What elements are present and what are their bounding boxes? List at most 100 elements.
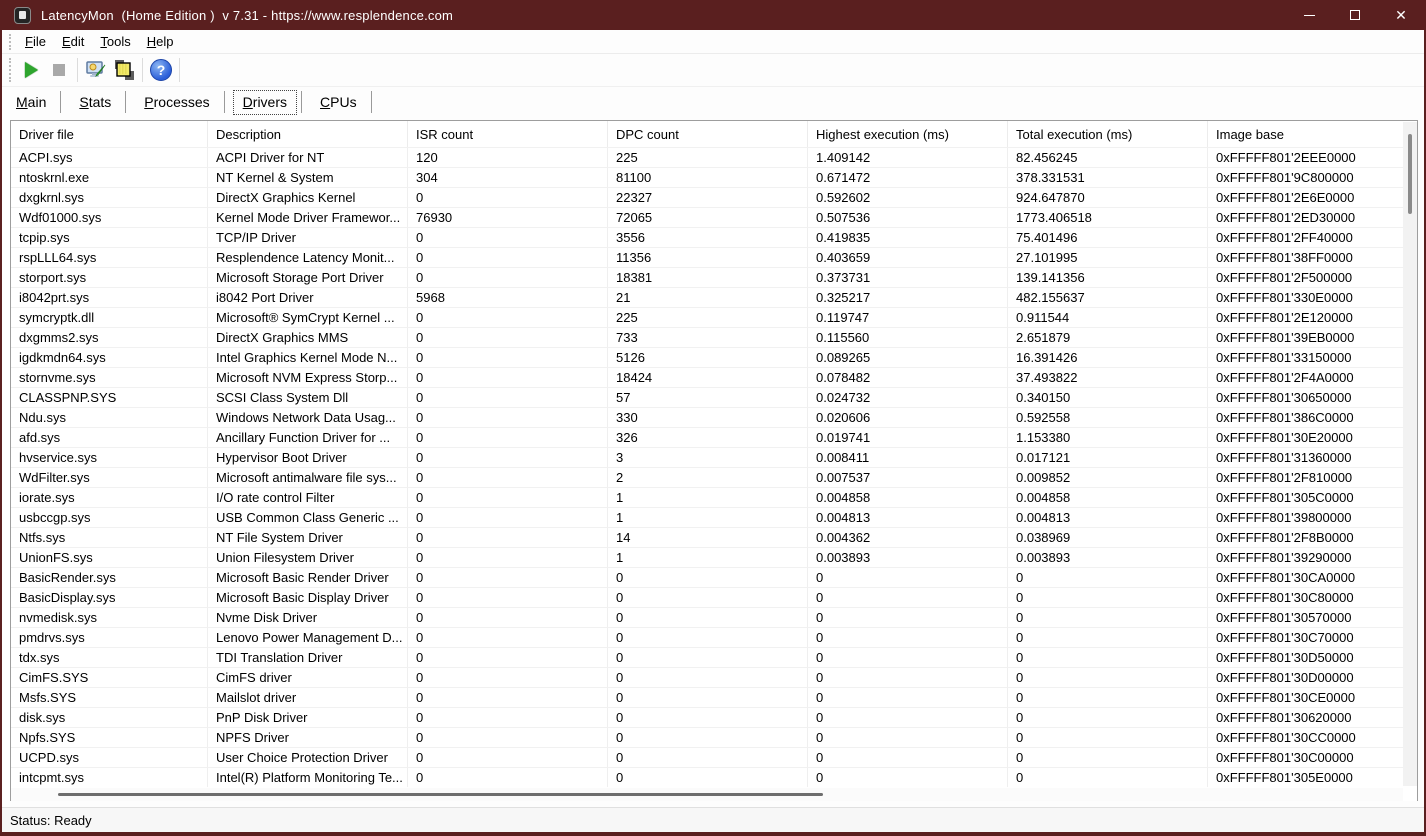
menu-help[interactable]: Help [139, 31, 182, 52]
table-cell: 0 [608, 688, 808, 707]
stop-monitor-button[interactable] [45, 57, 73, 83]
table-row[interactable]: Ntfs.sysNT File System Driver0140.004362… [11, 527, 1417, 547]
table-row[interactable]: stornvme.sysMicrosoft NVM Express Storp.… [11, 367, 1417, 387]
table-row[interactable]: Msfs.SYSMailslot driver00000xFFFFF801'30… [11, 687, 1417, 707]
table-row[interactable]: UCPD.sysUser Choice Protection Driver000… [11, 747, 1417, 767]
table-row[interactable]: storport.sysMicrosoft Storage Port Drive… [11, 267, 1417, 287]
table-cell: NT Kernel & System [208, 168, 408, 187]
table-row[interactable]: dxgkrnl.sysDirectX Graphics Kernel022327… [11, 187, 1417, 207]
table-cell: Intel Graphics Kernel Mode N... [208, 348, 408, 367]
table-row[interactable]: symcryptk.dllMicrosoft® SymCrypt Kernel … [11, 307, 1417, 327]
table-row[interactable]: ntoskrnl.exeNT Kernel & System304811000.… [11, 167, 1417, 187]
tab-cpus[interactable]: CPUs [310, 90, 367, 115]
table-row[interactable]: dxgmms2.sysDirectX Graphics MMS07330.115… [11, 327, 1417, 347]
menubar-grip[interactable] [9, 34, 11, 50]
column-header-driver-file[interactable]: Driver file [11, 121, 208, 147]
table-cell: 2.651879 [1008, 328, 1208, 347]
column-header-total-execution[interactable]: Total execution (ms) [1008, 121, 1208, 147]
table-cell: 11356 [608, 248, 808, 267]
table-cell: 0 [408, 388, 608, 407]
table-row[interactable]: WdFilter.sysMicrosoft antimalware file s… [11, 467, 1417, 487]
table-cell: 0xFFFFF801'2ED30000 [1208, 208, 1417, 227]
table-row[interactable]: ACPI.sysACPI Driver for NT1202251.409142… [11, 147, 1417, 167]
tab-separator [224, 91, 225, 113]
table-row[interactable]: BasicDisplay.sysMicrosoft Basic Display … [11, 587, 1417, 607]
table-header: Driver file Description ISR count DPC co… [11, 121, 1417, 147]
tab-stats[interactable]: Stats [69, 90, 121, 115]
column-header-dpc-count[interactable]: DPC count [608, 121, 808, 147]
table-cell: 0.008411 [808, 448, 1008, 467]
table-cell: 57 [608, 388, 808, 407]
options-button[interactable] [82, 57, 110, 83]
drivers-panel: Driver file Description ISR count DPC co… [2, 117, 1424, 801]
table-row[interactable]: tdx.sysTDI Translation Driver00000xFFFFF… [11, 647, 1417, 667]
column-header-image-base[interactable]: Image base [1208, 121, 1417, 147]
table-cell: 0 [408, 508, 608, 527]
table-cell: 0 [1008, 708, 1208, 727]
close-icon: ✕ [1395, 8, 1407, 22]
tab-main[interactable]: Main [6, 90, 56, 115]
title-bar: LatencyMon (Home Edition ) v 7.31 - http… [2, 0, 1424, 30]
table-cell: Wdf01000.sys [11, 208, 208, 227]
table-row[interactable]: hvservice.sysHypervisor Boot Driver030.0… [11, 447, 1417, 467]
menu-file[interactable]: File [17, 31, 54, 52]
table-cell: 0 [408, 608, 608, 627]
table-row[interactable]: pmdrvs.sysLenovo Power Management D...00… [11, 627, 1417, 647]
table-cell: PnP Disk Driver [208, 708, 408, 727]
table-row[interactable]: tcpip.sysTCP/IP Driver035560.41983575.40… [11, 227, 1417, 247]
table-row[interactable]: nvmedisk.sysNvme Disk Driver00000xFFFFF8… [11, 607, 1417, 627]
table-cell: CimFS.SYS [11, 668, 208, 687]
vertical-scrollbar-thumb[interactable] [1408, 134, 1412, 214]
table-cell: intcpmt.sys [11, 768, 208, 787]
menu-edit[interactable]: Edit [54, 31, 92, 52]
vertical-scrollbar[interactable] [1403, 122, 1417, 786]
table-row[interactable]: Ndu.sysWindows Network Data Usag...03300… [11, 407, 1417, 427]
table-cell: 0 [808, 608, 1008, 627]
table-cell: 0 [408, 188, 608, 207]
tab-processes[interactable]: Processes [134, 90, 219, 115]
table-row[interactable]: CimFS.SYSCimFS driver00000xFFFFF801'30D0… [11, 667, 1417, 687]
help-button[interactable]: ? [147, 57, 175, 83]
table-row[interactable]: BasicRender.sysMicrosoft Basic Render Dr… [11, 567, 1417, 587]
table-cell: 0xFFFFF801'30570000 [1208, 608, 1417, 627]
table-cell: 0xFFFFF801'30C00000 [1208, 748, 1417, 767]
table-row[interactable]: iorate.sysI/O rate control Filter010.004… [11, 487, 1417, 507]
table-row[interactable]: afd.sysAncillary Function Driver for ...… [11, 427, 1417, 447]
table-row[interactable]: Npfs.SYSNPFS Driver00000xFFFFF801'30CC00… [11, 727, 1417, 747]
column-header-description[interactable]: Description [208, 121, 408, 147]
table-cell: 0 [1008, 768, 1208, 787]
start-monitor-button[interactable] [17, 57, 45, 83]
table-cell: 75.401496 [1008, 228, 1208, 247]
table-row[interactable]: Wdf01000.sysKernel Mode Driver Framewor.… [11, 207, 1417, 227]
table-cell: 326 [608, 428, 808, 447]
column-header-isr-count[interactable]: ISR count [408, 121, 608, 147]
table-row[interactable]: CLASSPNP.SYSSCSI Class System Dll0570.02… [11, 387, 1417, 407]
table-row[interactable]: UnionFS.sysUnion Filesystem Driver010.00… [11, 547, 1417, 567]
report-button[interactable] [110, 57, 138, 83]
table-cell: 0.119747 [808, 308, 1008, 327]
table-cell: dxgkrnl.sys [11, 188, 208, 207]
table-cell: 0xFFFFF801'30D50000 [1208, 648, 1417, 667]
table-cell: 16.391426 [1008, 348, 1208, 367]
table-cell: 0 [408, 488, 608, 507]
menu-tools[interactable]: Tools [92, 31, 138, 52]
horizontal-scrollbar[interactable] [11, 788, 1403, 801]
table-row[interactable]: igdkmdn64.sysIntel Graphics Kernel Mode … [11, 347, 1417, 367]
table-cell: 0 [808, 648, 1008, 667]
toolbar-grip[interactable] [9, 58, 11, 82]
horizontal-scrollbar-thumb[interactable] [58, 793, 823, 796]
table-row[interactable]: usbccgp.sysUSB Common Class Generic ...0… [11, 507, 1417, 527]
tab-drivers[interactable]: Drivers [233, 90, 297, 115]
table-cell: Msfs.SYS [11, 688, 208, 707]
table-row[interactable]: i8042prt.sysi8042 Port Driver5968210.325… [11, 287, 1417, 307]
column-header-highest-execution[interactable]: Highest execution (ms) [808, 121, 1008, 147]
minimize-button[interactable] [1286, 0, 1332, 30]
close-button[interactable]: ✕ [1378, 0, 1424, 30]
table-row[interactable]: rspLLL64.sysResplendence Latency Monit..… [11, 247, 1417, 267]
table-row[interactable]: intcpmt.sysIntel(R) Platform Monitoring … [11, 767, 1417, 787]
maximize-button[interactable] [1332, 0, 1378, 30]
table-cell: 0 [408, 268, 608, 287]
table-row[interactable]: disk.sysPnP Disk Driver00000xFFFFF801'30… [11, 707, 1417, 727]
table-cell: 0 [1008, 688, 1208, 707]
table-cell: 0xFFFFF801'30C80000 [1208, 588, 1417, 607]
